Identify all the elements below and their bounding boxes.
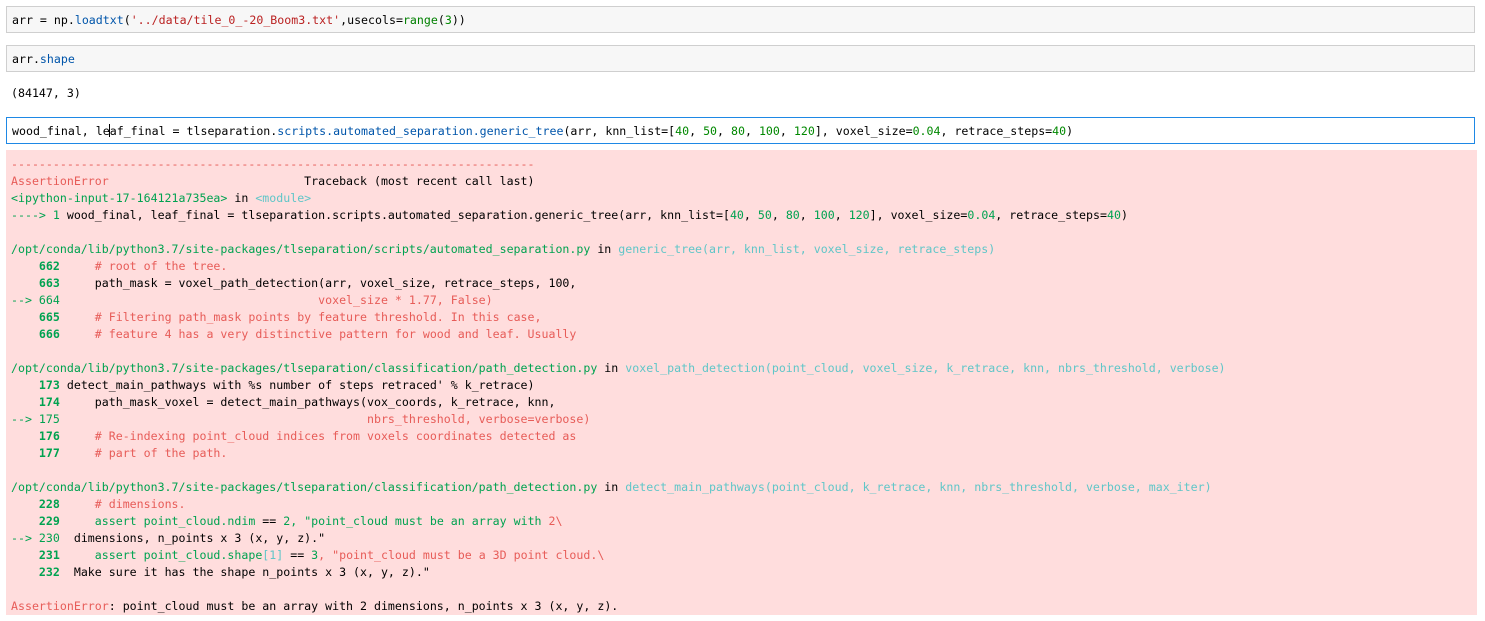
- cell-output-shape: (84147, 3): [11, 86, 81, 100]
- traceback-line: 666 # feature 4 has a very distinctive p…: [11, 327, 577, 341]
- traceback-line: ----> 1 wood_final, leaf_final = tlsepar…: [11, 208, 1128, 222]
- traceback-line: --> 664 voxel_size * 1.77, False): [11, 293, 493, 307]
- traceback-frame-header: /opt/conda/lib/python3.7/site-packages/t…: [11, 242, 996, 256]
- traceback-line: 665 # Filtering path_mask points by feat…: [11, 310, 542, 324]
- traceback-frame-header: /opt/conda/lib/python3.7/site-packages/t…: [11, 361, 1226, 375]
- code-cell-loadtxt[interactable]: arr = np.loadtxt('../data/tile_0_-20_Boo…: [6, 6, 1475, 33]
- traceback-final-error: AssertionError: point_cloud must be an a…: [11, 599, 619, 613]
- traceback-line: --> 175 nbrs_threshold, verbose=verbose): [11, 412, 591, 426]
- traceback-frame-header: /opt/conda/lib/python3.7/site-packages/t…: [11, 480, 1212, 494]
- traceback-line: 174 path_mask_voxel = detect_main_pathwa…: [11, 395, 556, 409]
- traceback-line: 228 # dimensions.: [11, 497, 186, 511]
- traceback-header: AssertionError Traceback (most recent ca…: [11, 174, 535, 188]
- error-traceback-output: ----------------------------------------…: [6, 150, 1477, 615]
- traceback-separator: ----------------------------------------…: [11, 157, 535, 171]
- traceback-line: 173 detect_main_pathways with %s number …: [11, 378, 535, 392]
- traceback-line: 176 # Re-indexing point_cloud indices fr…: [11, 429, 577, 443]
- code-cell-shape[interactable]: arr.shape: [6, 45, 1475, 72]
- code-cell-generic-tree[interactable]: wood_final, leaf_final = tlseparation.sc…: [6, 117, 1475, 144]
- traceback-line: 662 # root of the tree.: [11, 259, 228, 273]
- traceback-line: 177 # part of the path.: [11, 446, 228, 460]
- traceback-input-ref: <ipython-input-17-164121a735ea> in <modu…: [11, 191, 312, 205]
- traceback-line: 232 Make sure it has the shape n_points …: [11, 565, 430, 579]
- code-line: arr = np.loadtxt('../data/tile_0_-20_Boo…: [12, 13, 466, 27]
- code-line: arr.shape: [12, 52, 75, 66]
- code-line: wood_final, leaf_final = tlseparation.sc…: [12, 124, 1074, 138]
- traceback-line: 663 path_mask = voxel_path_detection(arr…: [11, 276, 577, 290]
- traceback-line: --> 230 dimensions, n_points x 3 (x, y, …: [11, 531, 326, 545]
- traceback-line: 229 assert point_cloud.ndim == 2, "point…: [11, 514, 563, 528]
- traceback-line: 231 assert point_cloud.shape[1] == 3, "p…: [11, 548, 605, 562]
